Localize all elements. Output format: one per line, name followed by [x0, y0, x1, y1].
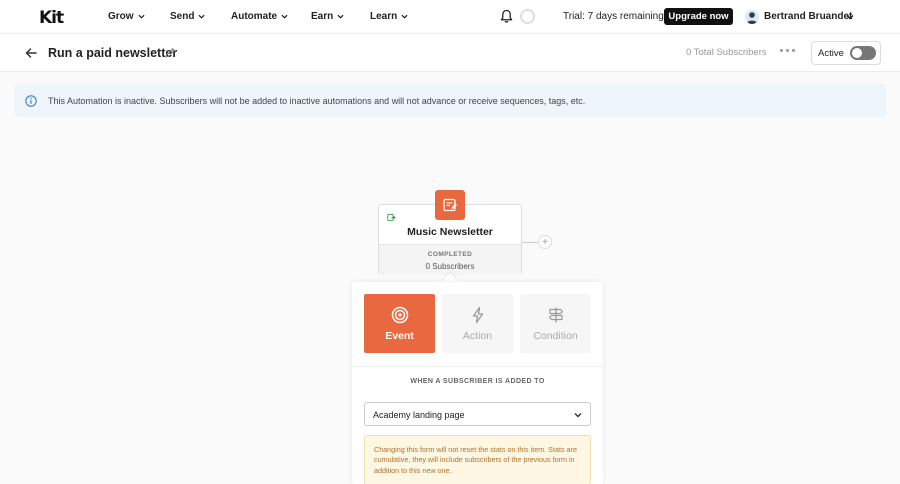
nav-learn-label: Learn — [370, 11, 398, 22]
back-arrow-icon[interactable] — [24, 46, 38, 60]
panel-divider — [352, 366, 603, 367]
nav-earn[interactable]: Earn — [311, 11, 344, 22]
nav-learn[interactable]: Learn — [370, 11, 408, 22]
signpost-icon — [548, 307, 563, 323]
node-status: COMPLETED — [427, 251, 473, 258]
top-navigation: Kit Grow Send Automate Earn Learn Trial:… — [0, 0, 900, 34]
tab-action[interactable]: Action — [442, 294, 513, 353]
stats-warning-box: Changing this form will not reset the st… — [364, 435, 591, 484]
nav-grow[interactable]: Grow — [108, 11, 145, 22]
kit-logo[interactable]: Kit — [39, 8, 64, 28]
user-avatar-icon — [746, 12, 758, 24]
progress-ring-icon[interactable] — [520, 9, 535, 24]
user-name[interactable]: Bertrand Bruandet — [764, 11, 852, 22]
tab-condition-label: Condition — [533, 330, 578, 342]
stats-warning-text: Changing this form will not reset the st… — [374, 445, 577, 475]
nav-automate[interactable]: Automate — [231, 11, 288, 22]
chevron-down-icon — [574, 413, 582, 418]
chevron-down-icon — [138, 14, 145, 19]
upgrade-button[interactable]: Upgrade now — [664, 8, 733, 25]
step-edit-panel: Event Action Condition WHEN A SUBSCRIBER… — [352, 282, 603, 484]
active-toggle[interactable] — [850, 46, 876, 60]
automation-title-bar: Run a paid newsletter 0 Total Subscriber… — [0, 34, 900, 72]
nav-send[interactable]: Send — [170, 11, 206, 22]
chevron-down-icon — [198, 14, 206, 19]
node-stats: COMPLETED 0 Subscribers — [379, 244, 521, 275]
newsletter-form-icon — [443, 198, 457, 212]
trigger-heading: WHEN A SUBSCRIBER IS ADDED TO — [410, 378, 545, 385]
tab-action-label: Action — [462, 330, 493, 342]
inactive-info-banner: This Automation is inactive. Subscribers… — [14, 84, 886, 117]
add-step-button[interactable]: + — [538, 235, 552, 249]
tab-event-label: Event — [385, 330, 414, 342]
nav-grow-label: Grow — [108, 11, 134, 22]
chevron-down-icon — [337, 14, 344, 19]
info-icon — [25, 95, 37, 107]
target-icon — [391, 306, 408, 324]
lightning-icon — [472, 306, 483, 324]
nav-send-label: Send — [170, 11, 195, 22]
total-subscribers: 0 Total Subscribers — [686, 47, 767, 58]
form-select-dropdown[interactable]: Academy landing page — [364, 402, 591, 426]
more-options-icon[interactable] — [780, 49, 795, 52]
chevron-down-icon — [401, 14, 408, 19]
toggle-knob — [852, 48, 862, 58]
node-title: Music Newsletter — [407, 226, 493, 238]
tab-condition[interactable]: Condition — [520, 294, 591, 353]
banner-text: This Automation is inactive. Subscribers… — [48, 96, 586, 106]
tab-event[interactable]: Event — [364, 294, 435, 353]
nav-automate-label: Automate — [231, 11, 278, 22]
node-subscriber-count: 0 Subscribers — [425, 262, 475, 271]
nav-earn-label: Earn — [311, 11, 334, 22]
form-entry-icon — [387, 213, 396, 222]
page-title: Run a paid newsletter — [48, 46, 178, 60]
node-connector-line — [522, 242, 538, 243]
node-type-badge — [435, 190, 465, 220]
selected-form-value: Academy landing page — [373, 410, 465, 420]
chevron-down-icon — [281, 14, 288, 19]
trial-status: Trial: 7 days remaining — [563, 11, 664, 22]
pencil-icon[interactable] — [164, 47, 176, 59]
chevron-down-icon[interactable] — [846, 13, 854, 21]
active-toggle-container: Active — [811, 41, 881, 65]
active-label: Active — [818, 48, 844, 59]
bell-icon[interactable] — [500, 9, 513, 24]
avatar[interactable] — [745, 10, 759, 24]
